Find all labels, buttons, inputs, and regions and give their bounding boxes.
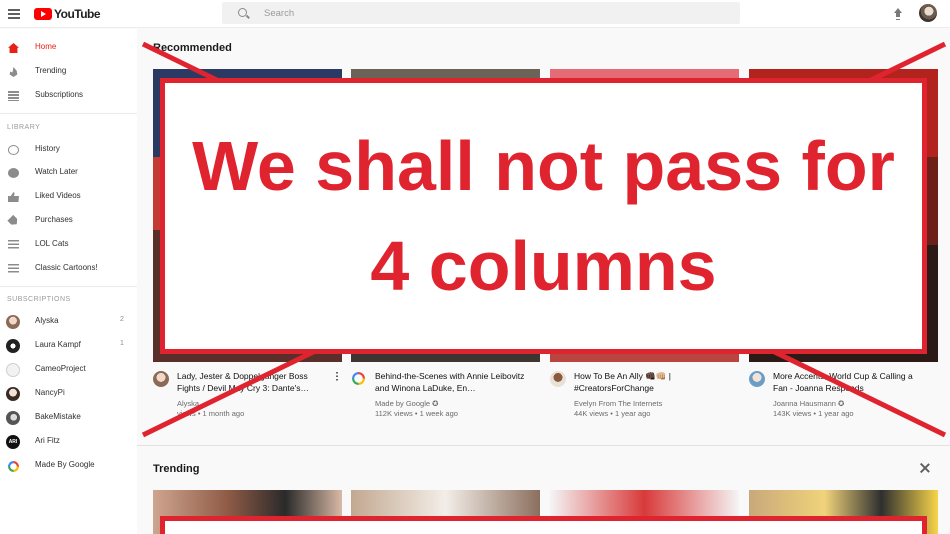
sidebar-item-label: CameoProject: [35, 364, 86, 373]
sidebar-sub-cameoproject[interactable]: CameoProject: [0, 359, 137, 381]
playlist-icon: [8, 240, 19, 250]
sidebar-item-label: Ari Fitz: [35, 436, 60, 445]
sidebar-item-history[interactable]: History: [0, 139, 137, 161]
sidebar-item-watch-later[interactable]: Watch Later: [0, 162, 137, 184]
menu-icon[interactable]: [8, 9, 20, 19]
sidebar-item-home[interactable]: Home: [0, 37, 137, 59]
new-count-badge: 1: [120, 340, 124, 347]
video-meta: 143K views • 1 year ago: [773, 409, 854, 418]
video-meta: views • 1 month ago: [177, 409, 245, 418]
sidebar-item-label: Subscriptions: [35, 90, 84, 99]
upload-icon[interactable]: [893, 8, 903, 18]
new-count-badge: 2: [120, 316, 124, 323]
flame-icon: [9, 67, 18, 77]
video-info: Behind-the-Scenes with Annie Leibovitz a…: [351, 370, 540, 430]
avatar: [6, 387, 20, 401]
channel-name[interactable]: Evelyn From The Internets: [574, 399, 662, 408]
home-icon: [8, 43, 19, 53]
play-logo-icon: [34, 8, 52, 20]
sidebar-item-label: BakeMistake: [35, 412, 81, 421]
account-avatar[interactable]: [919, 4, 937, 22]
sidebar-sub-ari-fitz[interactable]: ARI Ari Fitz: [0, 431, 137, 453]
channel-name[interactable]: Alyska: [177, 399, 199, 408]
thumbs-up-icon: [8, 192, 19, 202]
clock-icon: [8, 168, 19, 178]
sidebar-item-lol-cats[interactable]: LOL Cats: [0, 234, 137, 256]
library-heading: LIBRARY: [7, 124, 41, 131]
more-options-icon[interactable]: [336, 371, 338, 381]
video-meta: 112K views • 1 week ago: [375, 409, 458, 418]
sidebar-item-subscriptions[interactable]: Subscriptions: [0, 85, 137, 107]
video-title[interactable]: Lady, Jester & Doppelganger Boss Fights …: [177, 370, 333, 394]
overlay-banner-bottom: [160, 516, 927, 534]
sidebar-divider: [0, 113, 137, 114]
channel-avatar[interactable]: [550, 371, 566, 387]
overlay-banner: We shall not pass for 4 columns: [160, 78, 927, 354]
video-title[interactable]: How To Be An Ally 👊🏿👊🏼 | #CreatorsForCha…: [574, 370, 730, 394]
channel-name[interactable]: Made by Google ✪: [375, 399, 438, 408]
google-logo-icon: [8, 461, 19, 472]
sidebar-sub-nancypi[interactable]: NancyPi: [0, 383, 137, 405]
video-title[interactable]: More Accents, World Cup & Calling a Fan …: [773, 370, 929, 394]
subscriptions-icon: [8, 91, 19, 101]
sidebar-item-label: Classic Cartoons!: [35, 263, 98, 272]
sidebar-item-label: Watch Later: [35, 167, 78, 176]
avatar: [6, 339, 20, 353]
channel-avatar[interactable]: [153, 371, 169, 387]
search-input[interactable]: [264, 5, 724, 21]
recommended-heading: Recommended: [153, 42, 232, 54]
sidebar-sub-made-by-google[interactable]: Made By Google: [0, 455, 137, 477]
avatar: [6, 363, 20, 377]
search-icon[interactable]: [238, 8, 247, 17]
close-icon[interactable]: [920, 463, 930, 473]
overlay-banner-text: We shall not pass for 4 columns: [192, 127, 895, 305]
sidebar-divider: [0, 286, 137, 287]
sidebar-item-label: Laura Kampf: [35, 340, 81, 349]
avatar: [6, 315, 20, 329]
sidebar-sub-bakemistake[interactable]: BakeMistake: [0, 407, 137, 429]
video-title[interactable]: Behind-the-Scenes with Annie Leibovitz a…: [375, 370, 531, 394]
sidebar-sub-laura-kampf[interactable]: Laura Kampf 1: [0, 335, 137, 357]
history-icon: [8, 145, 19, 155]
sidebar-item-label: Alyska: [35, 316, 59, 325]
sidebar-sub-alyska[interactable]: Alyska 2: [0, 311, 137, 333]
sidebar-item-label: Home: [35, 42, 57, 51]
avatar: ARI: [6, 435, 20, 449]
youtube-logo[interactable]: YouTube: [34, 7, 101, 21]
google-logo-icon[interactable]: [352, 372, 365, 385]
video-info: More Accents, World Cup & Calling a Fan …: [749, 370, 938, 430]
app-root: YouTube Home Trending Subscriptions LIBR…: [0, 0, 950, 534]
video-info: How To Be An Ally 👊🏿👊🏼 | #CreatorsForCha…: [550, 370, 739, 430]
sidebar-item-purchases[interactable]: Purchases: [0, 210, 137, 232]
sidebar-item-label: Purchases: [35, 215, 73, 224]
sidebar-item-label: Trending: [35, 66, 67, 75]
sidebar-item-label: NancyPi: [35, 388, 65, 397]
sidebar-item-label: History: [35, 144, 60, 153]
video-meta: 44K views • 1 year ago: [574, 409, 651, 418]
tag-icon: [7, 215, 20, 228]
channel-avatar[interactable]: [749, 371, 765, 387]
channel-name[interactable]: Joanna Hausmann ✪: [773, 399, 844, 408]
sidebar-item-label: Made By Google: [35, 460, 95, 469]
sidebar-item-label: Liked Videos: [35, 191, 81, 200]
avatar: [6, 411, 20, 425]
sidebar-item-label: LOL Cats: [35, 239, 69, 248]
section-divider: [137, 445, 950, 446]
search-box[interactable]: [222, 2, 740, 24]
sidebar-item-classic-cartoons[interactable]: Classic Cartoons!: [0, 258, 137, 280]
trending-heading: Trending: [153, 463, 200, 475]
playlist-icon: [8, 264, 19, 274]
sidebar-item-trending[interactable]: Trending: [0, 61, 137, 83]
sidebar-item-liked-videos[interactable]: Liked Videos: [0, 186, 137, 208]
sidebar: Home Trending Subscriptions LIBRARY Hist…: [0, 29, 137, 534]
video-info: Lady, Jester & Doppelganger Boss Fights …: [153, 370, 342, 430]
top-bar: YouTube: [0, 0, 950, 28]
logo-text: YouTube: [54, 7, 101, 21]
subscriptions-heading: SUBSCRIPTIONS: [7, 296, 71, 303]
